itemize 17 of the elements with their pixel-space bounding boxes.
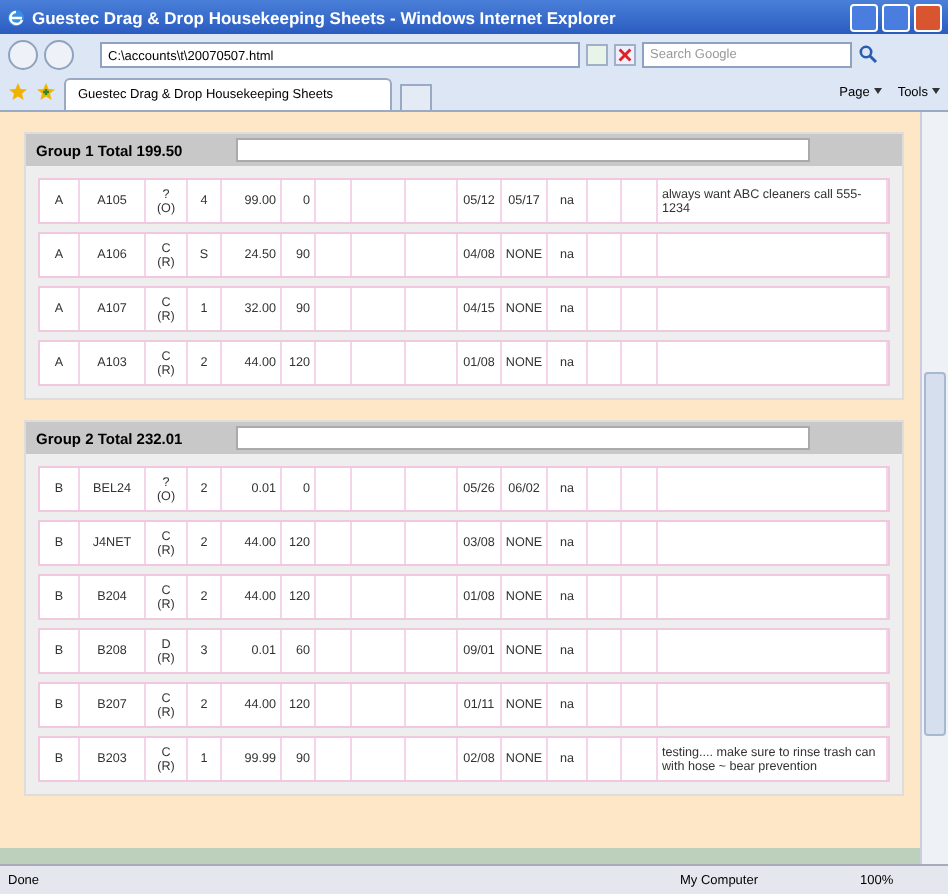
refresh-button[interactable] bbox=[586, 43, 608, 65]
vertical-scrollbar[interactable] bbox=[920, 112, 948, 864]
browser-logo-icon bbox=[6, 7, 26, 27]
new-tab-button[interactable] bbox=[400, 84, 432, 110]
horizontal-scrollbar[interactable] bbox=[0, 848, 920, 864]
maximize-button[interactable] bbox=[882, 3, 910, 31]
forward-button[interactable] bbox=[44, 39, 74, 69]
back-button[interactable] bbox=[8, 39, 38, 69]
group-note-field[interactable] bbox=[236, 426, 810, 450]
minimize-button[interactable] bbox=[850, 3, 878, 31]
window-title: Guestec Drag & Drop Housekeeping Sheets - Windows Internet Explorer bbox=[32, 7, 616, 27]
close-button[interactable] bbox=[914, 3, 942, 31]
group-note-field[interactable] bbox=[236, 138, 810, 162]
search-icon[interactable] bbox=[858, 44, 878, 64]
add-favorite-icon[interactable] bbox=[36, 82, 56, 102]
star-icon[interactable] bbox=[8, 82, 28, 102]
stop-button[interactable] bbox=[614, 43, 636, 65]
